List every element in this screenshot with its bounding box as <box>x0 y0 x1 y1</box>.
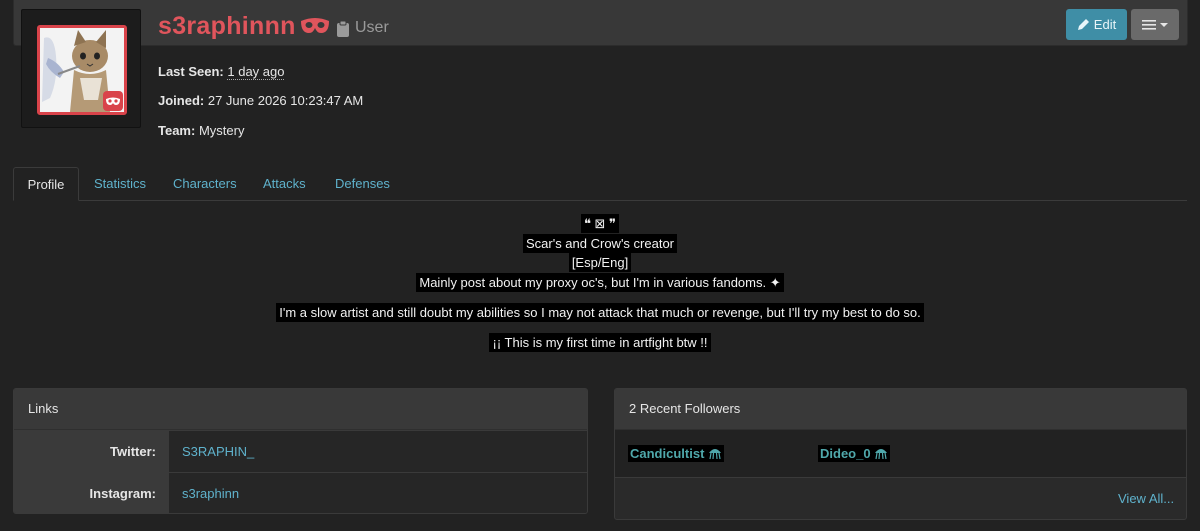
bio-text-6: ¡¡ This is my first time in artfight btw… <box>489 333 711 352</box>
tab-defenses[interactable]: Defenses <box>335 167 390 200</box>
edit-button[interactable]: Edit <box>1066 9 1127 40</box>
profile-menu-button[interactable] <box>1131 9 1179 40</box>
hamburger-icon <box>1142 19 1156 30</box>
link-key-twitter: Twitter: <box>14 431 169 472</box>
team-row: Team: Mystery <box>158 123 244 138</box>
jellyfish-icon <box>709 449 722 460</box>
bio-text-3: [Esp/Eng] <box>568 253 632 272</box>
bio-text-1: ❝ ⊠ ❞ <box>580 214 620 233</box>
role-label: User <box>355 19 389 36</box>
edit-button-label: Edit <box>1093 17 1117 32</box>
last-seen-value[interactable]: 1 day ago <box>227 64 285 80</box>
team-value: Mystery <box>198 123 245 138</box>
links-panel-title: Links <box>14 389 587 430</box>
follower-name: Candicultist <box>630 446 705 461</box>
joined-value: 27 June 2026 10:23:47 AM <box>207 93 364 108</box>
follower-name: Dideo_0 <box>820 446 871 461</box>
bio-line-5: I'm a slow artist and still doubt my abi… <box>0 303 1200 322</box>
link-twitter[interactable]: S3RAPHIN_ <box>169 431 587 472</box>
joined-row: Joined: 27 June 2026 10:23:47 AM <box>158 93 363 108</box>
team-badge <box>103 91 123 111</box>
clipboard-icon <box>336 20 350 41</box>
bio-text-5: I'm a slow artist and still doubt my abi… <box>276 303 924 322</box>
bio-line-6: ¡¡ This is my first time in artfight btw… <box>0 333 1200 352</box>
page-title: s3raphinnn <box>158 12 296 40</box>
mask-icon <box>106 97 120 105</box>
view-all-followers-link[interactable]: View All... <box>1118 491 1174 506</box>
bio-text-2: Scar's and Crow's creator <box>522 234 677 253</box>
follower-link[interactable]: Dideo_0 <box>818 445 891 462</box>
avatar[interactable] <box>21 9 141 128</box>
tab-attacks[interactable]: Attacks <box>263 167 306 200</box>
last-seen-label: Last Seen: <box>158 64 224 79</box>
bio-line-4: Mainly post about my proxy oc's, but I'm… <box>0 273 1200 292</box>
chevron-down-icon <box>1160 22 1168 27</box>
tab-profile[interactable]: Profile <box>13 167 79 201</box>
followers-panel-title: 2 Recent Followers <box>615 389 1186 430</box>
tabs-divider <box>13 200 1187 201</box>
link-row-twitter: Twitter: S3RAPHIN_ <box>14 430 587 472</box>
bio-text-4: Mainly post about my proxy oc's, but I'm… <box>416 273 784 292</box>
bio-line-1: ❝ ⊠ ❞ <box>0 214 1200 233</box>
joined-label: Joined: <box>158 93 205 108</box>
bio-line-2: Scar's and Crow's creator <box>0 234 1200 253</box>
follower-link[interactable]: Candicultist <box>628 445 725 462</box>
links-panel: Links Twitter: S3RAPHIN_ Instagram: s3ra… <box>13 388 588 514</box>
team-label: Team: <box>158 123 196 138</box>
pencil-icon <box>1077 19 1089 30</box>
link-row-instagram: Instagram: s3raphinn <box>14 472 587 513</box>
avatar-image <box>37 25 127 115</box>
link-key-instagram: Instagram: <box>14 473 169 513</box>
mask-icon <box>300 15 330 38</box>
bio-line-3: [Esp/Eng] <box>0 253 1200 272</box>
tab-statistics[interactable]: Statistics <box>94 167 146 200</box>
tab-characters[interactable]: Characters <box>173 167 237 200</box>
last-seen-row: Last Seen: 1 day ago <box>158 64 285 80</box>
jellyfish-icon <box>875 449 888 460</box>
link-instagram[interactable]: s3raphinn <box>169 473 587 513</box>
